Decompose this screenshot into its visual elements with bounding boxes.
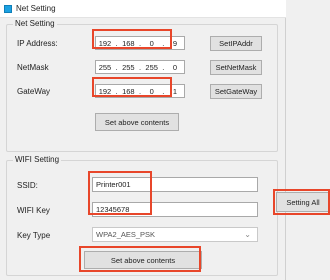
setting-all-button[interactable]: Setting All [276, 192, 330, 212]
net-set-above-button[interactable]: Set above contents [95, 113, 179, 131]
wifi-setting-group-title: WIFI Setting [13, 155, 62, 164]
netmask-octet-2[interactable]: 255 [119, 63, 137, 72]
netmask-octet-4[interactable]: 0 [166, 63, 184, 72]
ip-octet-4[interactable]: 9 [166, 39, 184, 48]
key-type-select[interactable]: WPA2_AES_PSK ⌄ [92, 227, 258, 242]
ip-octet-3[interactable]: 0 [143, 39, 161, 48]
wifi-key-field[interactable]: 12345678 [92, 202, 258, 217]
ip-octet-1[interactable]: 192 [96, 39, 114, 48]
gateway-octet-3[interactable]: 0 [143, 87, 161, 96]
gateway-input[interactable]: 192. 168. 0. 1 [95, 84, 185, 98]
wifi-setting-group: WIFI Setting SSID: Printer001 WIFI Key 1… [6, 155, 278, 276]
ip-octet-2[interactable]: 168 [119, 39, 137, 48]
gateway-label: GateWay [17, 87, 51, 96]
netmask-octet-3[interactable]: 255 [143, 63, 161, 72]
set-gateway-button[interactable]: SetGateWay [210, 84, 262, 99]
key-type-value: WPA2_AES_PSK [96, 230, 156, 239]
ssid-label: SSID: [17, 181, 38, 190]
set-ip-button[interactable]: SetIPAddr [210, 36, 262, 51]
gateway-octet-2[interactable]: 168 [119, 87, 137, 96]
net-setting-group: Net Setting IP Address: 192. 168. 0. 9 S… [6, 19, 278, 152]
ssid-field[interactable]: Printer001 [92, 177, 258, 192]
net-setting-group-title: Net Setting [13, 19, 57, 28]
netmask-label: NetMask [17, 63, 49, 72]
title-bar: Net Setting [0, 0, 286, 18]
ip-address-label: IP Address: [17, 39, 58, 48]
set-netmask-button[interactable]: SetNetMask [210, 60, 262, 75]
wifi-key-label: WIFI Key [17, 206, 50, 215]
window-title: Net Setting [16, 4, 56, 13]
ip-address-input[interactable]: 192. 168. 0. 9 [95, 36, 185, 50]
gateway-octet-1[interactable]: 192 [96, 87, 114, 96]
app-icon [4, 4, 12, 13]
key-type-label: Key Type [17, 231, 51, 240]
net-setting-window: Net Setting IP Address: 192. 168. 0. 9 S… [0, 18, 286, 280]
netmask-octet-1[interactable]: 255 [96, 63, 114, 72]
chevron-down-icon: ⌄ [244, 230, 251, 239]
gateway-octet-4[interactable]: 1 [166, 87, 184, 96]
netmask-input[interactable]: 255. 255. 255. 0 [95, 60, 185, 74]
wifi-set-above-button[interactable]: Set above contents [84, 251, 202, 269]
